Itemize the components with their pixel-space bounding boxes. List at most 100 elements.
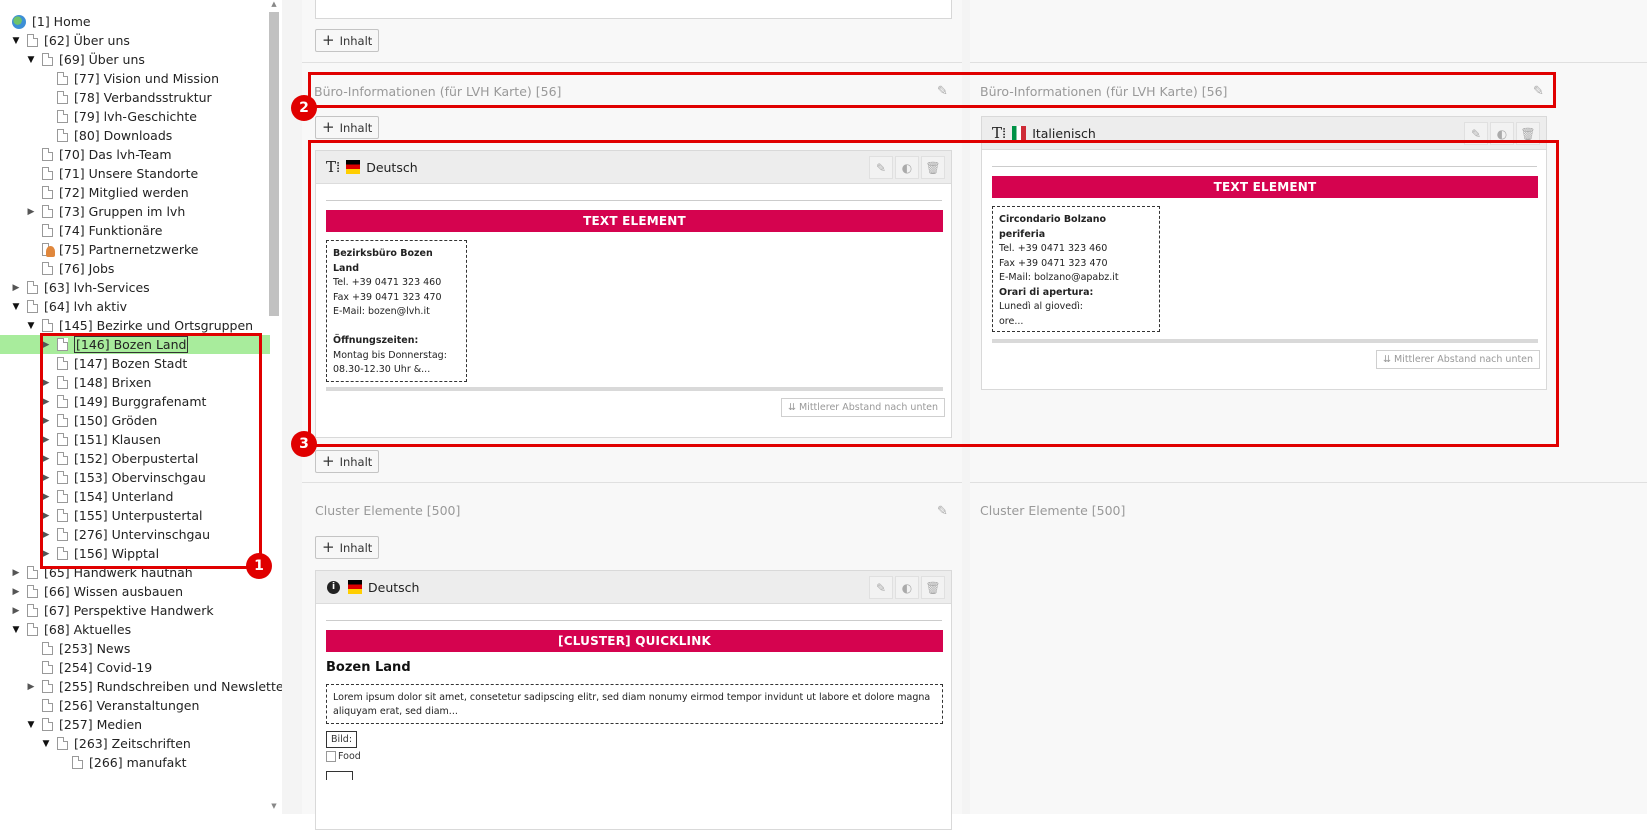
tree-item-label: [263] Zeitschriften bbox=[74, 736, 191, 751]
tree-item-label: [62] Über uns bbox=[44, 33, 130, 48]
cluster-title: Bozen Land bbox=[326, 660, 411, 675]
tree-item-label: [72] Mitglied werden bbox=[59, 185, 189, 200]
user-badge-icon bbox=[46, 246, 55, 257]
page-tree-scrollbar[interactable] bbox=[269, 12, 279, 316]
tree-item-label: [69] Über uns bbox=[59, 52, 145, 67]
tree-item[interactable]: [256] Veranstaltungen bbox=[0, 696, 270, 715]
tree-item-label: [76] Jobs bbox=[59, 261, 115, 276]
tree-item-label: [71] Unsere Standorte bbox=[59, 166, 199, 181]
cluster-element-de[interactable]: i Deutsch ✎ ◐ 🗑 [CLUSTER] QUICKLINK Boze… bbox=[315, 570, 952, 830]
collapse-toggle-icon[interactable]: ▼ bbox=[11, 625, 21, 635]
tree-item[interactable]: [72] Mitglied werden bbox=[0, 183, 270, 202]
tree-item[interactable]: [70] Das lvh-Team bbox=[0, 145, 270, 164]
add-content-button[interactable]: + Inhalt bbox=[315, 116, 380, 139]
tree-item-content: [79] lvh-Geschichte bbox=[57, 109, 197, 124]
tree-item-content: [70] Das lvh-Team bbox=[42, 147, 172, 162]
collapse-toggle-icon[interactable]: ▼ bbox=[26, 55, 36, 65]
tree-item[interactable]: ▶ [63] lvh-Services bbox=[0, 278, 270, 297]
page-icon bbox=[57, 91, 68, 104]
tree-item-label: [68] Aktuelles bbox=[44, 622, 132, 637]
collapse-toggle-icon[interactable]: ▼ bbox=[26, 720, 36, 730]
toggle-visibility-icon[interactable]: ◐ bbox=[895, 576, 919, 599]
page-icon bbox=[42, 680, 53, 693]
page-with-user-icon bbox=[42, 243, 55, 257]
tree-item[interactable]: [266] manufakt bbox=[0, 753, 270, 772]
page-icon bbox=[27, 281, 38, 294]
tree-item[interactable]: ▼ [69] Über uns bbox=[0, 50, 270, 69]
collapse-toggle-icon[interactable]: ▼ bbox=[41, 739, 51, 749]
expand-toggle-icon[interactable]: ▶ bbox=[26, 207, 36, 217]
tree-item[interactable]: [71] Unsere Standorte bbox=[0, 164, 270, 183]
tree-item[interactable]: [1] Home bbox=[0, 12, 270, 31]
tree-item[interactable]: [253] News bbox=[0, 639, 270, 658]
expand-toggle-icon[interactable]: ▶ bbox=[11, 606, 21, 616]
page-icon bbox=[42, 224, 53, 237]
tree-item[interactable]: ▶ [255] Rundschreiben und Newslette bbox=[0, 677, 282, 696]
page-icon bbox=[42, 319, 53, 332]
page-icon bbox=[42, 186, 53, 199]
tree-item-label: [70] Das lvh-Team bbox=[59, 147, 172, 162]
edit-pencil-icon[interactable]: ✎ bbox=[869, 576, 893, 599]
scrollbar-down-arrow[interactable]: ▼ bbox=[269, 802, 279, 812]
collapse-toggle-icon[interactable]: ▼ bbox=[11, 36, 21, 46]
add-content-button[interactable]: + Inhalt bbox=[315, 536, 380, 559]
tree-item[interactable]: [79] lvh-Geschichte bbox=[0, 107, 270, 126]
tree-item[interactable]: [78] Verbandsstruktur bbox=[0, 88, 270, 107]
element-language: Italienisch bbox=[1032, 125, 1096, 141]
tree-item-content: [257] Medien bbox=[42, 717, 142, 732]
tree-item-label: [254] Covid-19 bbox=[59, 660, 153, 675]
plus-icon: + bbox=[322, 31, 335, 49]
tree-item[interactable]: ▶ [67] Perspektive Handwerk bbox=[0, 601, 270, 620]
tree-item[interactable]: ▼ [64] lvh aktiv bbox=[0, 297, 270, 316]
tree-item[interactable]: [77] Vision und Mission bbox=[0, 69, 270, 88]
annotation-box-3 bbox=[308, 140, 1559, 447]
add-content-button[interactable]: + Inhalt bbox=[315, 29, 380, 52]
info-icon: i bbox=[327, 580, 340, 594]
tree-item[interactable]: ▶ [73] Gruppen im lvh bbox=[0, 202, 270, 221]
expand-toggle-icon[interactable]: ▶ bbox=[11, 283, 21, 293]
annotation-marker-2: 2 bbox=[291, 95, 317, 121]
tree-item[interactable]: [74] Funktionäre bbox=[0, 221, 270, 240]
tree-item-content: [67] Perspektive Handwerk bbox=[27, 603, 214, 618]
page-icon bbox=[57, 72, 68, 85]
page-module-content: + Inhalt Büro-Informationen (für LVH Kar… bbox=[282, 0, 1647, 830]
tree-item[interactable]: ▼ [62] Über uns bbox=[0, 31, 270, 50]
tree-item-label: [75] Partnernetzwerke bbox=[59, 242, 199, 257]
tree-item[interactable]: ▼ [263] Zeitschriften bbox=[0, 734, 270, 753]
tree-item[interactable]: ▼ [68] Aktuelles bbox=[0, 620, 270, 639]
section-header-cluster-de: Cluster Elemente [500] bbox=[315, 502, 461, 518]
expand-toggle-icon[interactable]: ▶ bbox=[11, 587, 21, 597]
plus-icon: + bbox=[322, 118, 335, 136]
tree-item-label: [79] lvh-Geschichte bbox=[74, 109, 197, 124]
next-preview-box bbox=[326, 771, 353, 780]
tree-item[interactable]: [80] Downloads bbox=[0, 126, 270, 145]
tree-item-label: [67] Perspektive Handwerk bbox=[44, 603, 214, 618]
add-content-button[interactable]: + Inhalt bbox=[315, 450, 380, 473]
plus-icon: + bbox=[322, 538, 335, 556]
tree-item-content: [1] Home bbox=[12, 14, 91, 29]
page-icon bbox=[42, 718, 53, 731]
collapse-toggle-icon[interactable]: ▼ bbox=[26, 321, 36, 331]
element-language: Deutsch bbox=[368, 579, 420, 595]
bild-label: Bild: bbox=[326, 731, 358, 748]
tree-item-label: [1] Home bbox=[32, 14, 91, 29]
page-icon bbox=[42, 661, 53, 674]
flag-it-icon bbox=[1012, 126, 1027, 140]
tree-item[interactable]: ▼ [257] Medien bbox=[0, 715, 270, 734]
tree-item[interactable]: [76] Jobs bbox=[0, 259, 270, 278]
edit-section-icon[interactable]: ✎ bbox=[937, 504, 951, 519]
page-icon bbox=[57, 110, 68, 123]
scrollbar-up-arrow[interactable]: ▲ bbox=[269, 0, 279, 10]
tree-item-content: [76] Jobs bbox=[42, 261, 114, 276]
tree-item-label: [257] Medien bbox=[59, 717, 143, 732]
collapse-toggle-icon[interactable]: ▼ bbox=[11, 302, 21, 312]
tree-item[interactable]: [75] Partnernetzwerke bbox=[0, 240, 270, 259]
page-icon bbox=[27, 585, 38, 598]
delete-trash-icon[interactable]: 🗑 bbox=[921, 576, 945, 599]
expand-toggle-icon[interactable]: ▶ bbox=[26, 682, 36, 692]
annotation-marker-1: 1 bbox=[246, 553, 272, 579]
expand-toggle-icon[interactable]: ▶ bbox=[11, 568, 21, 578]
tree-item[interactable]: ▶ [66] Wissen ausbauen bbox=[0, 582, 270, 601]
tree-item[interactable]: [254] Covid-19 bbox=[0, 658, 270, 677]
page-icon bbox=[57, 737, 68, 750]
